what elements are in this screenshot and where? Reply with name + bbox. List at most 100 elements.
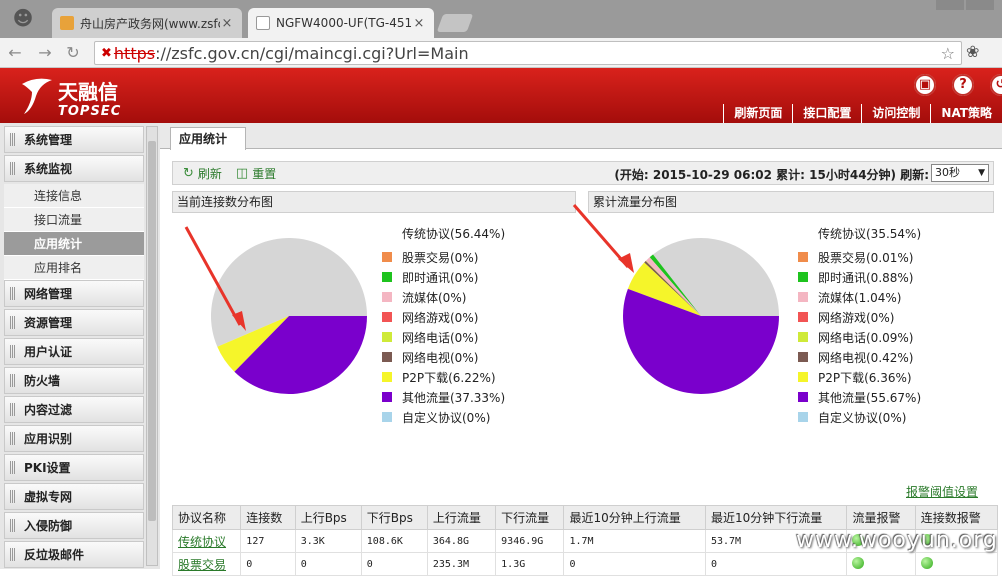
legend-row: 股票交易(0.01%) <box>798 247 921 267</box>
sidebar-item-label: 应用识别 <box>24 432 73 446</box>
table-cell: 127 <box>240 529 296 553</box>
status-ok-icon <box>920 556 933 569</box>
column-header: 上行流量 <box>426 505 497 530</box>
sidebar-item[interactable]: 用户认证 <box>4 338 144 365</box>
table-cell: 108.6K <box>360 529 428 553</box>
refresh-interval-select[interactable]: 30秒 ▼ <box>931 164 989 182</box>
sidebar-item[interactable]: 资源管理 <box>4 309 144 336</box>
sidebar-subitem[interactable]: 应用排名 <box>4 256 144 280</box>
sidebar-subitem[interactable]: 连接信息 <box>4 184 144 208</box>
protocol-link[interactable]: 股票交易 <box>171 552 242 576</box>
close-tab-icon[interactable]: × <box>412 16 426 31</box>
browser-tab-title: NGFW4000-UF(TG-4514 <box>276 16 412 30</box>
extension-bug-icon[interactable]: ❀ <box>966 42 979 61</box>
grip-icon <box>10 403 16 416</box>
incognito-icon: ☻ <box>12 6 34 30</box>
sidebar-subitem[interactable]: 接口流量 <box>4 208 144 232</box>
grip-icon <box>10 316 16 329</box>
legend-entry-label: 其他流量(55.67%) <box>818 390 922 405</box>
app-header: 天融信 TOPSEC ▣ ? ↺ 刷新页面 接口配置 访问控制 NAT策略 <box>0 68 1002 123</box>
grip-icon <box>10 548 16 561</box>
legend-entry-label: 网络电话(0.09%) <box>818 330 914 345</box>
connections-legend: 传统协议(56.44%) 股票交易(0%) 即时通讯(0%) 流媒体(0%) 网络游戏(… <box>382 225 505 427</box>
power-icon[interactable]: ↺ <box>990 74 1002 96</box>
sidebar-item-label: 资源管理 <box>24 316 73 330</box>
annotation-arrow-left <box>184 226 246 331</box>
reload-icon[interactable]: ↻ <box>62 42 84 64</box>
legend-entry-label: 网络游戏(0%) <box>402 310 479 325</box>
sidebar-item[interactable]: 系统监视 <box>4 155 144 182</box>
legend-entry-label: 网络电视(0.42%) <box>818 350 914 365</box>
legend-entry-label: 股票交易(0.01%) <box>818 250 914 265</box>
topnav-item[interactable]: 访问控制 <box>861 104 930 123</box>
protocol-link[interactable]: 传统协议 <box>171 529 242 553</box>
sidebar-item[interactable]: 网络管理 <box>4 280 144 307</box>
tab-app-stats[interactable]: 应用统计 <box>170 127 246 150</box>
address-bar[interactable]: ✖ https ://zsfc.gov.cn/cgi/maincgi.cgi?U… <box>94 41 962 65</box>
legend-row: 网络电话(0.09%) <box>798 327 921 347</box>
forward-icon[interactable]: → <box>34 42 56 64</box>
sidebar-item[interactable]: 反垃圾邮件 <box>4 541 144 568</box>
scrollbar-thumb[interactable] <box>148 141 156 521</box>
save-icon[interactable]: ▣ <box>914 74 936 96</box>
grip-icon <box>10 162 16 175</box>
close-tab-icon[interactable]: × <box>220 16 234 31</box>
table-header-row: 协议名称 连接数 上行Bps 下行Bps 上行流量 下行流量 最近10分钟上行流量 最近10分… <box>171 505 999 530</box>
sidebar-item[interactable]: 虚拟专网 <box>4 483 144 510</box>
legend-row: 流媒体(0%) <box>382 287 505 307</box>
sidebar-item[interactable]: 系统管理 <box>4 126 144 153</box>
grip-icon <box>10 461 16 474</box>
sidebar-item-label: 虚拟专网 <box>24 490 73 504</box>
legend-entry-label: 即时通讯(0%) <box>402 270 479 285</box>
column-header: 下行流量 <box>495 505 565 530</box>
topnav-item[interactable]: 接口配置 <box>792 104 861 123</box>
legend-swatch <box>382 332 392 342</box>
legend-entry-label: 流媒体(0%) <box>402 290 467 305</box>
sidebar-scrollbar[interactable] <box>146 126 158 566</box>
column-header: 连接数报警 <box>914 505 999 530</box>
sidebar-item-label: 系统监视 <box>24 162 73 176</box>
bookmark-star-icon[interactable]: ☆ <box>941 44 955 63</box>
sidebar-item-label: 反垃圾邮件 <box>24 548 85 562</box>
watermark-text: www.wooyun.org <box>796 528 998 553</box>
sidebar-subitem[interactable]: 应用统计 <box>4 232 144 256</box>
browser-tab-2[interactable]: NGFW4000-UF(TG-4514 × <box>248 8 434 38</box>
topnav-item[interactable]: NAT策略 <box>930 104 1002 123</box>
browser-tab-1[interactable]: 舟山房产政务网(www.zsfc × <box>52 8 242 38</box>
help-icon[interactable]: ? <box>952 74 974 96</box>
sidebar-item-label: PKI设置 <box>24 461 71 475</box>
logo-swoosh-icon <box>22 78 52 114</box>
grip-icon <box>10 432 16 445</box>
sidebar-item[interactable]: 防火墙 <box>4 367 144 394</box>
alarm-threshold-link[interactable]: 报警阈值设置 <box>906 483 978 500</box>
refresh-button[interactable]: ↻ 刷新 <box>183 165 222 182</box>
legend-row: 其他流量(55.67%) <box>798 387 921 407</box>
new-tab-button[interactable] <box>436 14 474 32</box>
minimize-button[interactable] <box>936 0 964 10</box>
legend-row: 网络电话(0%) <box>382 327 505 347</box>
sidebar-item[interactable]: 内容过滤 <box>4 396 144 423</box>
column-header: 最近10分钟下行流量 <box>704 505 848 530</box>
legend-swatch <box>382 392 392 402</box>
legend-row: 自定义协议(0%) <box>798 407 921 427</box>
topnav-item[interactable]: 刷新页面 <box>723 104 792 123</box>
back-icon[interactable]: ← <box>4 42 26 64</box>
legend-entry-label: P2P下载(6.22%) <box>402 370 496 385</box>
table-cell: 235.3M <box>426 552 497 576</box>
sidebar-item[interactable]: 应用识别 <box>4 425 144 452</box>
alarm-cell <box>846 552 916 576</box>
sidebar-item-label: 系统管理 <box>24 133 73 147</box>
sidebar-item[interactable]: PKI设置 <box>4 454 144 481</box>
reset-button[interactable]: ◫ 重置 <box>236 165 276 182</box>
legend-swatch <box>382 252 392 262</box>
sidebar-item[interactable]: 入侵防御 <box>4 512 144 539</box>
legend-row: 自定义协议(0%) <box>382 407 505 427</box>
legend-entry-label: 流媒体(1.04%) <box>818 290 902 305</box>
sidebar-item-label: 内容过滤 <box>24 403 73 417</box>
maximize-button[interactable] <box>966 0 994 10</box>
legend-row: 网络游戏(0%) <box>382 307 505 327</box>
legend-swatch <box>798 252 808 262</box>
sidebar-item-label: 网络管理 <box>24 287 73 301</box>
legend-entry-label: 网络电话(0%) <box>402 330 479 345</box>
table-cell: 3.3K <box>294 529 362 553</box>
